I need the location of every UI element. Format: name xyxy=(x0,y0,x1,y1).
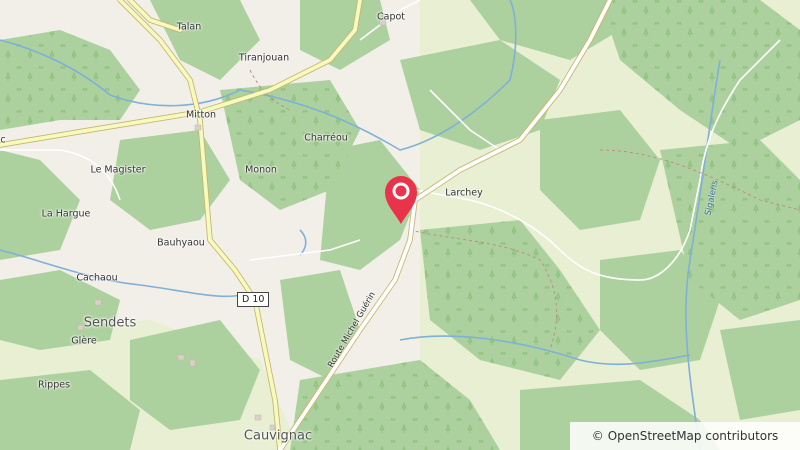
osm-attribution-link[interactable]: OpenStreetMap contributors xyxy=(608,429,779,443)
place-label-bauhyaou: Bauhyaou xyxy=(157,237,205,249)
place-label-rippes: Rippes xyxy=(37,379,71,391)
place-label-cachaou: Cachaou xyxy=(76,272,118,284)
attribution-bar: © OpenStreetMap contributors xyxy=(570,422,800,450)
place-label-mitton: Mitton xyxy=(185,109,217,121)
place-label-capot: Capot xyxy=(376,11,406,23)
place-label-charreou: Charréou xyxy=(304,132,348,144)
place-label-larchey: Larchey xyxy=(445,187,483,199)
place-label-tiranjouan: Tiranjouan xyxy=(238,52,290,64)
map-view[interactable]: Talan Capot Tiranjouan Mitton Charréou L… xyxy=(0,0,800,450)
place-label-sendets: Sendets xyxy=(83,315,137,331)
map-pin-icon[interactable] xyxy=(384,174,418,226)
place-label-le-magister: Le Magister xyxy=(90,164,146,176)
copyright-symbol: © xyxy=(591,429,604,443)
place-label-glere: Glère xyxy=(71,335,97,347)
place-label-edge-fragment: c xyxy=(0,134,6,146)
place-label-monon: Monon xyxy=(245,164,277,176)
road-shield-d10: D 10 xyxy=(237,292,270,307)
place-label-la-hargue: La Hargue xyxy=(41,208,91,220)
place-label-talan: Talan xyxy=(176,21,202,33)
place-label-cauvignac: Cauvignac xyxy=(243,428,313,444)
